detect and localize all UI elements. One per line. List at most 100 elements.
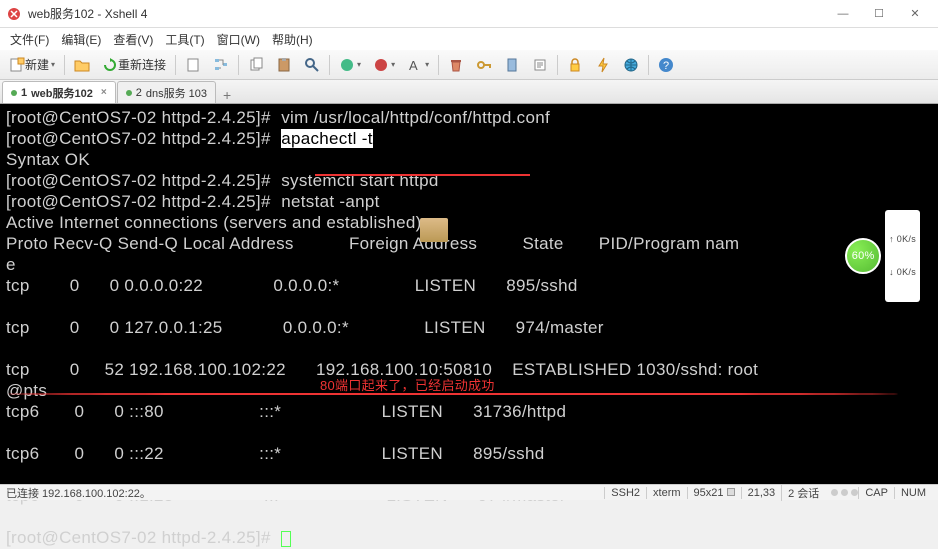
cmd-netstat: netstat -anpt bbox=[281, 192, 379, 211]
floating-tool-icon[interactable] bbox=[420, 218, 448, 242]
new-file-icon bbox=[9, 57, 25, 73]
status-term: xterm bbox=[646, 487, 687, 499]
separator bbox=[438, 55, 439, 75]
quick-button[interactable] bbox=[590, 53, 616, 77]
chevron-down-icon: ▾ bbox=[357, 60, 361, 69]
script-icon bbox=[532, 57, 548, 73]
lock-icon bbox=[567, 57, 583, 73]
prompt: [root@CentOS7-02 httpd-2.4.25]# bbox=[6, 108, 271, 127]
scroll-icon bbox=[504, 57, 520, 73]
prompt: [root@CentOS7-02 httpd-2.4.25]# bbox=[6, 171, 271, 190]
script-button[interactable] bbox=[527, 53, 553, 77]
speed-widget[interactable]: 60% ↑ 0K/s ↓ 0K/s bbox=[845, 210, 920, 302]
separator bbox=[64, 55, 65, 75]
status-ssh: SSH2 bbox=[604, 487, 646, 499]
paste-button[interactable] bbox=[271, 53, 297, 77]
open-button[interactable] bbox=[69, 53, 95, 77]
separator bbox=[175, 55, 176, 75]
menu-window[interactable]: 窗口(W) bbox=[211, 29, 266, 50]
reconnect-icon bbox=[102, 57, 118, 73]
document-icon bbox=[185, 57, 201, 73]
prompt: [root@CentOS7-02 httpd-2.4.25]# bbox=[6, 528, 271, 547]
prompt: [root@CentOS7-02 httpd-2.4.25]# bbox=[6, 192, 271, 211]
color2-button[interactable]: ▾ bbox=[368, 53, 400, 77]
tree-button[interactable] bbox=[208, 53, 234, 77]
terminal-area[interactable]: [root@CentOS7-02 httpd-2.4.25]# vim /usr… bbox=[0, 104, 938, 484]
copy-button[interactable] bbox=[243, 53, 269, 77]
scroll-button[interactable] bbox=[499, 53, 525, 77]
close-tab-icon[interactable]: × bbox=[101, 87, 107, 98]
tree-icon bbox=[213, 57, 229, 73]
new-button[interactable]: 新建▾ bbox=[4, 53, 60, 77]
chevron-down-icon: ▾ bbox=[51, 60, 55, 69]
reconnect-button[interactable]: 重新连接 bbox=[97, 53, 171, 77]
table-row: tcp6 0 0 :::22 :::* LISTEN 895/sshd bbox=[6, 444, 544, 463]
cursor bbox=[281, 531, 291, 547]
key-button[interactable] bbox=[471, 53, 497, 77]
status-indicators bbox=[831, 489, 858, 496]
menu-help[interactable]: 帮助(H) bbox=[266, 29, 319, 50]
copy-icon bbox=[248, 57, 264, 73]
table-header: Proto Recv-Q Send-Q Local Address Foreig… bbox=[6, 234, 739, 253]
table-row: @pts bbox=[6, 381, 47, 400]
color1-button[interactable]: ▾ bbox=[334, 53, 366, 77]
help-button[interactable]: ? bbox=[653, 53, 679, 77]
separator bbox=[557, 55, 558, 75]
properties-button[interactable] bbox=[180, 53, 206, 77]
help-icon: ? bbox=[658, 57, 674, 73]
menu-file[interactable]: 文件(F) bbox=[4, 29, 55, 50]
status-cap: CAP bbox=[858, 487, 894, 499]
tab-web102[interactable]: 1 web服务102 × bbox=[2, 81, 116, 103]
table-row: tcp 0 0 127.0.0.1:25 0.0.0.0:* LISTEN 97… bbox=[6, 318, 604, 337]
search-icon bbox=[304, 57, 320, 73]
menu-tools[interactable]: 工具(T) bbox=[159, 29, 210, 50]
folder-icon bbox=[74, 57, 90, 73]
close-button[interactable]: ✕ bbox=[898, 4, 932, 24]
separator bbox=[238, 55, 239, 75]
globe-button[interactable] bbox=[618, 53, 644, 77]
paste-icon bbox=[276, 57, 292, 73]
size-grip-icon bbox=[727, 488, 735, 496]
palette2-icon bbox=[373, 57, 389, 73]
palette-icon bbox=[339, 57, 355, 73]
lock-button[interactable] bbox=[562, 53, 588, 77]
speed-rates: ↑ 0K/s ↓ 0K/s bbox=[885, 210, 920, 302]
cmd-vim: vim /usr/local/httpd/conf/httpd.conf bbox=[281, 108, 550, 127]
status-connection: 已连接 192.168.100.102:22。 bbox=[6, 485, 604, 501]
separator bbox=[648, 55, 649, 75]
bolt-icon bbox=[595, 57, 611, 73]
minimize-button[interactable]: — bbox=[826, 4, 860, 24]
search-button[interactable] bbox=[299, 53, 325, 77]
menu-edit[interactable]: 编辑(E) bbox=[55, 29, 107, 50]
annotation-underline-2 bbox=[8, 393, 898, 395]
tab-bar: 1 web服务102 × 2 dns服务 103 + bbox=[0, 80, 938, 104]
menu-bar: 文件(F) 编辑(E) 查看(V) 工具(T) 窗口(W) 帮助(H) bbox=[0, 28, 938, 50]
window-controls: — ☐ ✕ bbox=[826, 4, 932, 24]
prompt: [root@CentOS7-02 httpd-2.4.25]# bbox=[6, 129, 271, 148]
cmd-apachectl: apachectl -t bbox=[281, 129, 372, 148]
trash-button[interactable] bbox=[443, 53, 469, 77]
app-icon bbox=[6, 6, 22, 22]
status-num: NUM bbox=[894, 487, 932, 499]
status-pos: 21,33 bbox=[741, 487, 782, 499]
output-syntax-ok: Syntax OK bbox=[6, 150, 90, 169]
tab-dns103[interactable]: 2 dns服务 103 bbox=[117, 81, 216, 103]
separator bbox=[329, 55, 330, 75]
table-row: tcp 0 0 0.0.0.0:22 0.0.0.0:* LISTEN 895/… bbox=[6, 276, 578, 295]
trash-icon bbox=[448, 57, 464, 73]
key-icon bbox=[476, 57, 492, 73]
font-icon: A bbox=[407, 57, 423, 73]
font-button[interactable]: A▾ bbox=[402, 53, 434, 77]
output-active-conn: Active Internet connections (servers and… bbox=[6, 213, 422, 232]
active-dot-icon bbox=[126, 90, 132, 96]
table-row: tcp6 0 0 :::80 :::* LISTEN 31736/httpd bbox=[6, 402, 566, 421]
globe-icon bbox=[623, 57, 639, 73]
speed-percent: 60% bbox=[845, 238, 881, 274]
active-dot-icon bbox=[11, 90, 17, 96]
add-tab-button[interactable]: + bbox=[217, 87, 237, 103]
title-bar: web服务102 - Xshell 4 — ☐ ✕ bbox=[0, 0, 938, 28]
annotation-underline-1 bbox=[315, 174, 530, 176]
maximize-button[interactable]: ☐ bbox=[862, 4, 896, 24]
menu-view[interactable]: 查看(V) bbox=[107, 29, 159, 50]
chevron-down-icon: ▾ bbox=[391, 60, 395, 69]
